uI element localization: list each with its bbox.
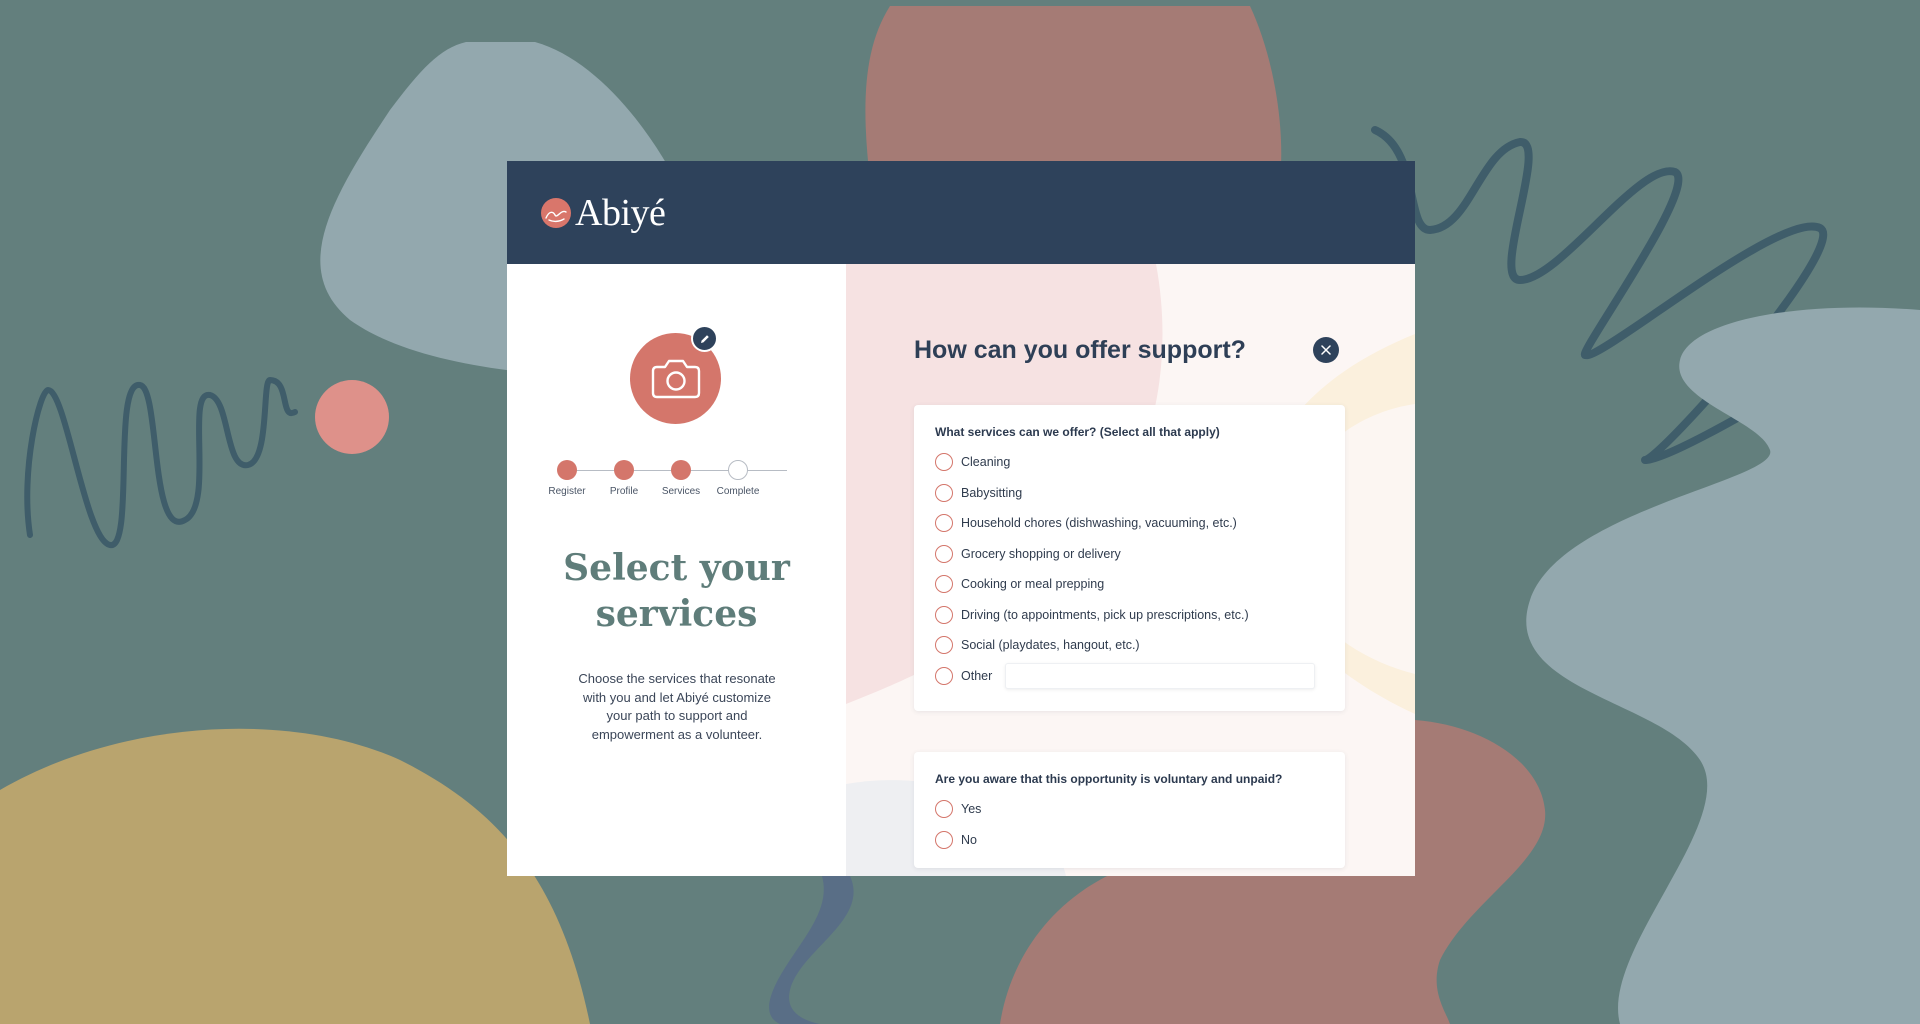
service-option-other[interactable]: Other xyxy=(935,661,1324,692)
service-option-social[interactable]: Social (playdates, hangout, etc.) xyxy=(935,630,1324,661)
form-title: How can you offer support? xyxy=(914,336,1246,364)
progress-stepper: Register Profile Services Complete xyxy=(548,460,787,510)
service-option-babysitting[interactable]: Babysitting xyxy=(935,478,1324,509)
abiye-logo-mark-icon xyxy=(541,198,571,228)
option-label: Grocery shopping or delivery xyxy=(961,546,1121,561)
page-description: Choose the services that resonate with y… xyxy=(578,671,776,742)
camera-icon xyxy=(651,359,700,398)
voluntary-question: Are you aware that this opportunity is v… xyxy=(935,772,1283,786)
page-title: Select your services xyxy=(507,545,846,637)
service-option-household-chores[interactable]: Household chores (dishwashing, vacuuming… xyxy=(935,508,1324,539)
checkbox[interactable] xyxy=(935,575,953,594)
left-panel: Register Profile Services Complete Selec… xyxy=(507,264,846,876)
close-button[interactable] xyxy=(1313,337,1339,363)
close-icon xyxy=(1321,345,1331,355)
other-service-input[interactable] xyxy=(1005,662,1316,689)
brand-name: Abiyé xyxy=(575,192,666,234)
option-label: No xyxy=(961,832,977,847)
service-option-driving[interactable]: Driving (to appointments, pick up prescr… xyxy=(935,600,1324,631)
checkbox[interactable] xyxy=(935,544,953,563)
page-title-line1: Select your xyxy=(563,547,790,589)
option-label: Yes xyxy=(961,802,982,817)
service-option-cleaning[interactable]: Cleaning xyxy=(935,447,1324,478)
edit-photo-button[interactable] xyxy=(691,325,718,352)
services-question: What services can we offer? (Select all … xyxy=(935,425,1220,439)
voluntary-option-yes[interactable]: Yes xyxy=(935,794,1324,825)
checkbox[interactable] xyxy=(935,666,953,685)
option-label: Babysitting xyxy=(961,485,1023,500)
option-label: Cooking or meal prepping xyxy=(961,577,1105,592)
checkbox[interactable] xyxy=(935,483,953,502)
form-panel: How can you offer support? What services… xyxy=(846,264,1415,876)
checkbox[interactable] xyxy=(935,453,953,472)
radio-button[interactable] xyxy=(935,830,953,849)
modal-header: Abiyé xyxy=(507,161,1415,264)
option-label: Driving (to appointments, pick up prescr… xyxy=(961,607,1249,622)
step-dot-current xyxy=(671,460,691,480)
pencil-icon xyxy=(700,334,709,343)
step-dot-pending xyxy=(728,460,748,480)
checkbox[interactable] xyxy=(935,514,953,533)
voluntary-card: Are you aware that this opportunity is v… xyxy=(914,752,1345,868)
radio-button[interactable] xyxy=(935,800,953,819)
brand-logo[interactable]: Abiyé xyxy=(541,191,666,235)
option-label: Other xyxy=(961,668,993,683)
checkbox[interactable] xyxy=(935,636,953,655)
step-complete: Complete xyxy=(703,460,773,497)
service-option-grocery[interactable]: Grocery shopping or delivery xyxy=(935,539,1324,570)
services-card: What services can we offer? (Select all … xyxy=(914,405,1345,711)
option-label: Cleaning xyxy=(961,455,1011,470)
page-title-line2: services xyxy=(595,593,758,635)
step-dot-complete xyxy=(557,460,577,480)
step-dot-complete xyxy=(614,460,634,480)
option-label: Household chores (dishwashing, vacuuming… xyxy=(961,516,1237,531)
option-label: Social (playdates, hangout, etc.) xyxy=(961,638,1140,653)
voluntary-option-no[interactable]: No xyxy=(935,825,1324,856)
step-label: Complete xyxy=(716,486,760,497)
service-option-cooking[interactable]: Cooking or meal prepping xyxy=(935,569,1324,600)
checkbox[interactable] xyxy=(935,605,953,624)
registration-modal: Abiyé Register Profile Services Complete… xyxy=(507,161,1415,876)
